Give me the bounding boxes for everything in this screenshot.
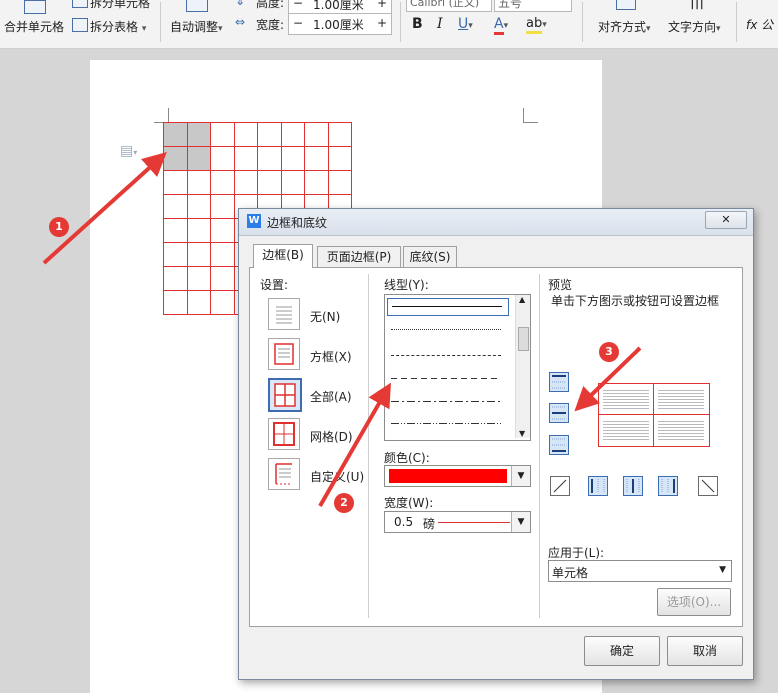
tab-borders[interactable]: 边框(B) — [253, 244, 313, 268]
step-marker-2: 2 — [334, 493, 354, 513]
arrow-1 — [42, 151, 167, 265]
step-marker-3: 3 — [599, 342, 619, 362]
step-marker-1: 1 — [49, 217, 69, 237]
annotation-arrows — [42, 151, 642, 507]
arrow-2 — [318, 382, 391, 507]
